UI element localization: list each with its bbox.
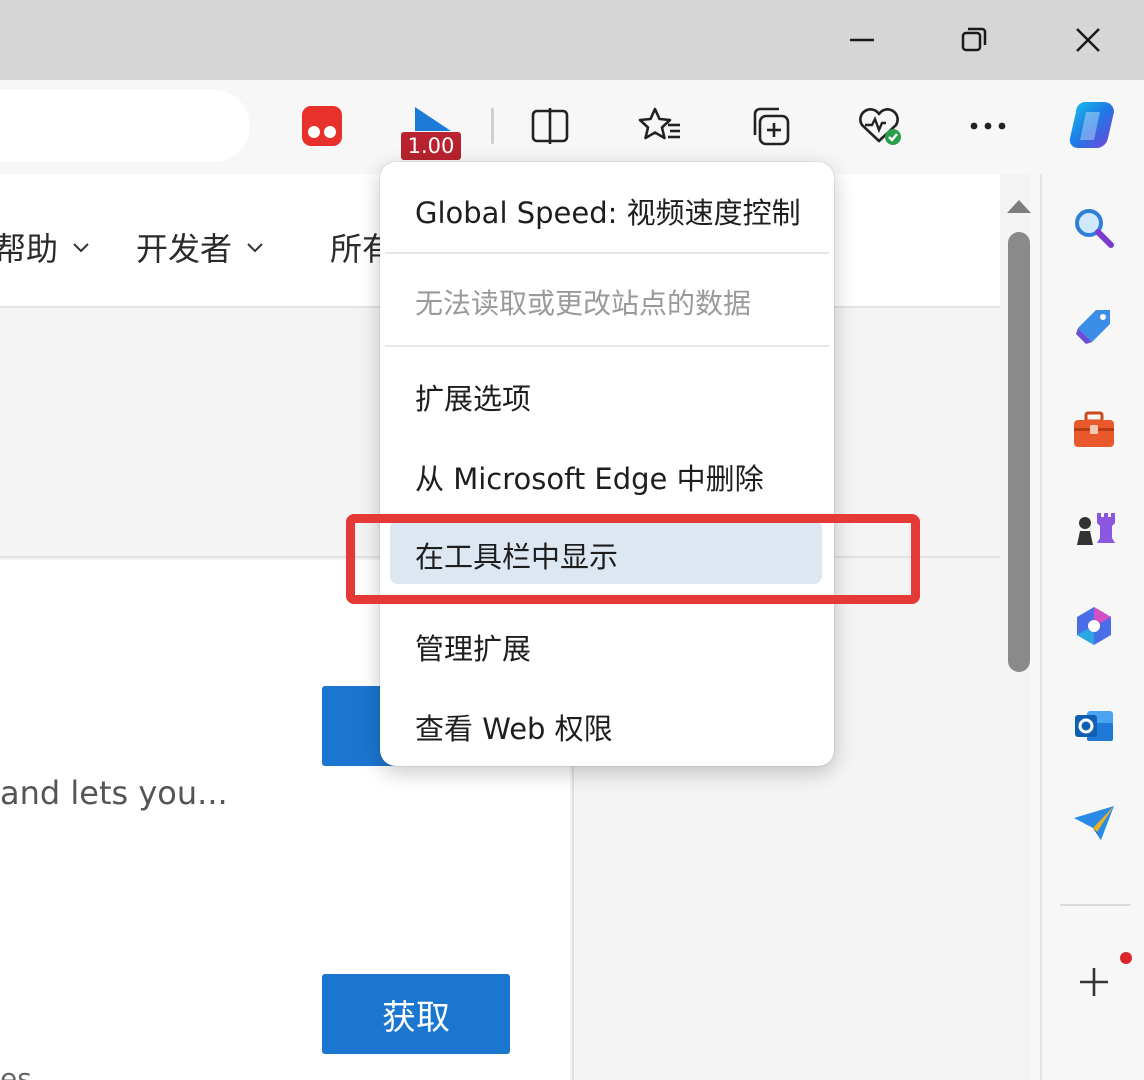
menu-item-remove-from-edge[interactable]: 从 Microsoft Edge 中删除: [390, 442, 822, 506]
chevron-down-icon: [247, 243, 263, 253]
highlight-annotation-frame: [346, 514, 920, 604]
scroll-up-arrow-icon[interactable]: [1004, 196, 1034, 216]
chevron-down-icon: [73, 243, 89, 253]
copilot-button[interactable]: [1060, 94, 1124, 158]
sidebar-drop-button[interactable]: [1066, 796, 1122, 852]
browser-toolbar: [0, 80, 1144, 174]
add-icon: [1080, 968, 1108, 996]
menu-item-label: 从 Microsoft Edge 中删除: [415, 462, 764, 496]
copilot-icon: [1069, 102, 1114, 149]
menu-title: Global Speed: 视频速度控制: [415, 196, 801, 230]
extension-context-menu: Global Speed: 视频速度控制 无法读取或更改站点的数据 扩展选项 从…: [380, 162, 834, 766]
tools-icon: [1074, 411, 1114, 447]
notification-dot: [1120, 952, 1132, 964]
outlook-icon: [1075, 711, 1113, 741]
browser-essentials-button[interactable]: [848, 94, 912, 158]
scrollbar-thumb[interactable]: [1008, 232, 1030, 672]
menu-item-manage-extensions[interactable]: 管理扩展: [390, 612, 822, 676]
extension-description: and lets you...: [0, 774, 228, 812]
nav-item-help[interactable]: 帮助: [0, 224, 90, 270]
favorites-icon: [638, 107, 680, 140]
tampermonkey-icon: [302, 106, 342, 146]
minimize-icon: [850, 38, 874, 42]
sidebar-add-button[interactable]: [1066, 954, 1122, 1010]
drop-icon: [1074, 806, 1114, 840]
sidebar-tools-button[interactable]: [1066, 402, 1122, 458]
menu-separator: [385, 252, 829, 254]
more-button[interactable]: [956, 94, 1020, 158]
sidebar-outlook-button[interactable]: [1066, 698, 1122, 754]
site-access-note: 无法读取或更改站点的数据: [415, 287, 752, 320]
collections-button[interactable]: [738, 94, 802, 158]
toolbar-separator: [491, 108, 494, 144]
nav-item-developer[interactable]: 开发者: [136, 224, 264, 270]
address-bar[interactable]: [0, 90, 250, 162]
favorites-button[interactable]: [628, 94, 692, 158]
menu-item-label: 查看 Web 权限: [415, 712, 613, 746]
sidebar-divider: [1060, 904, 1130, 906]
title-bar: [0, 0, 1144, 80]
restore-button[interactable]: [918, 0, 1030, 80]
split-screen-button[interactable]: [518, 94, 582, 158]
microsoft-365-icon: [1077, 607, 1111, 645]
sidebar-search-button[interactable]: [1066, 200, 1122, 256]
nav-item-label: 开发者: [136, 230, 233, 268]
close-button[interactable]: [1032, 0, 1144, 80]
edge-sidebar: [1040, 174, 1144, 1080]
shopping-tag-icon: [1076, 310, 1110, 344]
browser-essentials-icon: [859, 108, 901, 145]
menu-item-label: 管理扩展: [415, 632, 532, 666]
collections-icon: [753, 107, 790, 146]
split-screen-icon: [531, 108, 569, 144]
menu-item-extension-options[interactable]: 扩展选项: [390, 362, 822, 426]
search-icon: [1075, 209, 1114, 248]
close-icon: [1076, 28, 1100, 52]
restore-icon: [961, 27, 987, 52]
games-icon: [1077, 513, 1115, 545]
more-icon: [970, 122, 1006, 130]
speed-badge: 1.00: [401, 132, 461, 160]
menu-item-view-web-permissions[interactable]: 查看 Web 权限: [390, 692, 822, 756]
sidebar-shopping-button[interactable]: [1066, 298, 1122, 354]
minimize-button[interactable]: [806, 0, 918, 80]
tampermonkey-button[interactable]: [290, 94, 354, 158]
nav-item-label: 帮助: [0, 230, 59, 268]
get-button[interactable]: 获取: [322, 974, 510, 1054]
menu-separator: [385, 345, 829, 347]
text-fragment: es: [0, 1062, 32, 1080]
sidebar-m365-button[interactable]: [1066, 598, 1122, 654]
sidebar-games-button[interactable]: [1066, 500, 1122, 556]
menu-item-label: 扩展选项: [415, 382, 532, 416]
